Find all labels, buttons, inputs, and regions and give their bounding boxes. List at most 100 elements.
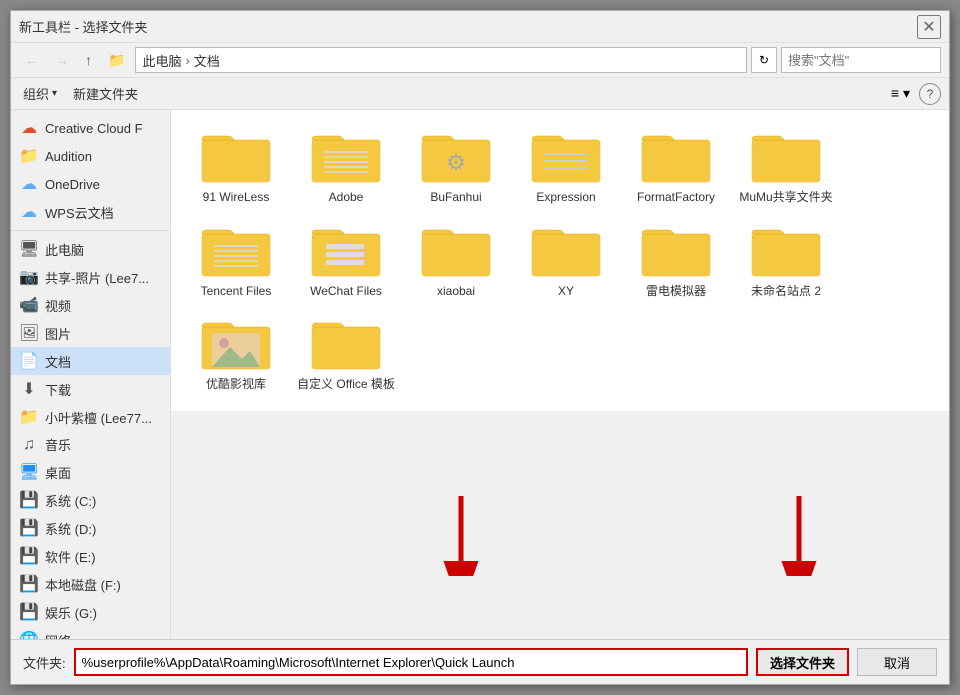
file-item-f2[interactable]: Adobe <box>291 120 401 214</box>
file-item-f7[interactable]: Tencent Files <box>181 214 291 308</box>
folder-icon-f5 <box>640 128 712 186</box>
address-pc: 此电脑 <box>142 51 181 70</box>
sidebar-item-shared-photos[interactable]: 📷共享-照片 (Lee7... <box>11 263 170 291</box>
file-picker-dialog: 新工具栏 - 选择文件夹 ✕ ← → ↑ 📁 此电脑 › 文档 ↻ 🔍 组织 ▾… <box>10 10 950 685</box>
desktop-icon: 🖥 <box>19 462 39 482</box>
bottom-bar: 文件夹: 选择文件夹 取消 <box>11 639 949 684</box>
sidebar-label-pictures: 图片 <box>45 324 71 343</box>
sidebar-item-onedrive[interactable]: ☁OneDrive <box>11 170 170 198</box>
file-item-f10[interactable]: XY <box>511 214 621 308</box>
folder-icon-f10 <box>530 222 602 280</box>
file-label-f5: FormatFactory <box>637 190 715 206</box>
sidebar-label-local-f: 本地磁盘 (F:) <box>45 575 121 594</box>
file-item-f6[interactable]: MuMu共享文件夹 <box>731 120 841 214</box>
view-toggle-button[interactable]: ≡ ▾ <box>886 82 915 105</box>
sidebar-item-pictures[interactable]: 🖼图片 <box>11 319 170 347</box>
file-label-f4: Expression <box>536 190 595 206</box>
back-button[interactable]: ← <box>19 49 45 71</box>
audition-icon: 📁 <box>19 146 39 166</box>
view-controls: ≡ ▾ ? <box>886 82 941 105</box>
sidebar-item-system-c[interactable]: 💾系统 (C:) <box>11 486 170 514</box>
folder-icon-f8 <box>310 222 382 280</box>
this-pc-icon: 🖥 <box>19 239 39 259</box>
search-input[interactable] <box>782 53 960 68</box>
sidebar-item-documents[interactable]: 📄 文档 <box>11 347 170 375</box>
documents-icon: 📄 <box>19 351 39 371</box>
file-item-f14[interactable]: 自定义 Office 模板 <box>291 307 401 401</box>
sidebar-item-network[interactable]: 🌐网络 <box>11 626 170 639</box>
folder-button[interactable]: 📁 <box>102 49 131 72</box>
sidebar-label-downloads: 下载 <box>45 380 71 399</box>
file-label-f1: 91 WireLess <box>203 190 270 206</box>
close-button[interactable]: ✕ <box>917 15 941 39</box>
folder-icon-f1 <box>200 128 272 186</box>
sidebar-label-network: 网络 <box>45 631 71 640</box>
creative-cloud-icon: ☁ <box>19 118 39 138</box>
system-d-icon: 💾 <box>19 518 39 538</box>
sidebar-item-creative-cloud[interactable]: ☁ Creative Cloud F <box>11 114 170 142</box>
file-item-f3[interactable]: ⚙ BuFanhui <box>401 120 511 214</box>
sidebar-item-music[interactable]: ♫ 音乐 <box>11 431 170 458</box>
file-item-f12[interactable]: 未命名站点 2 <box>731 214 841 308</box>
sidebar-label-music: 音乐 <box>45 435 71 454</box>
sidebar-item-local-f[interactable]: 💾 本地磁盘 (F:) <box>11 570 170 598</box>
file-item-f4[interactable]: Expression <box>511 120 621 214</box>
sidebar-item-entertainment-g[interactable]: 💾娱乐 (G:) <box>11 598 170 626</box>
sidebar-label-system-c: 系统 (C:) <box>45 491 96 510</box>
refresh-button[interactable]: ↻ <box>751 47 777 73</box>
help-button[interactable]: ? <box>919 83 941 105</box>
music-icon: ♫ <box>19 436 39 454</box>
forward-button[interactable]: → <box>49 49 75 71</box>
folder-icon-f9 <box>420 222 492 280</box>
folder-icon-f13 <box>200 315 272 373</box>
folder-label: 文件夹: <box>23 653 66 672</box>
folder-icon-f3: ⚙ <box>420 128 492 186</box>
file-label-f10: XY <box>558 284 574 300</box>
file-item-f1[interactable]: 91 WireLess <box>181 120 291 214</box>
action-toolbar: 组织 ▾ 新建文件夹 ≡ ▾ ? <box>11 78 949 110</box>
sidebar-item-desktop[interactable]: 🖥桌面 <box>11 458 170 486</box>
folder-input[interactable] <box>74 648 748 676</box>
file-item-f9[interactable]: xiaobai <box>401 214 511 308</box>
entertainment-g-icon: 💾 <box>19 602 39 622</box>
dialog-title: 新工具栏 - 选择文件夹 <box>19 17 148 36</box>
file-item-f5[interactable]: FormatFactory <box>621 120 731 214</box>
local-f-icon: 💾 <box>19 574 39 594</box>
sidebar-item-audition[interactable]: 📁 Audition <box>11 142 170 170</box>
sidebar-item-system-d[interactable]: 💾 系统 (D:) <box>11 514 170 542</box>
sidebar-item-downloads[interactable]: ⬇下载 <box>11 375 170 403</box>
new-folder-button[interactable]: 新建文件夹 <box>69 82 142 105</box>
file-label-f9: xiaobai <box>437 284 475 300</box>
video-icon: 📹 <box>19 295 39 315</box>
address-bar[interactable]: 此电脑 › 文档 <box>135 47 747 73</box>
sidebar-item-wps-cloud[interactable]: ☁ WPS云文档 <box>11 198 170 226</box>
file-label-f2: Adobe <box>329 190 364 206</box>
sidebar-label-creative-cloud: Creative Cloud F <box>45 121 143 136</box>
file-item-f11[interactable]: 雷电模拟器 <box>621 214 731 308</box>
cancel-button[interactable]: 取消 <box>857 648 937 676</box>
file-item-f8[interactable]: WeChat Files <box>291 214 401 308</box>
xiaoyezi-icon: 📁 <box>19 407 39 427</box>
file-area-wrapper: 91 WireLess Adobe ⚙ BuFanhui <box>171 110 949 639</box>
sidebar-label-system-d: 系统 (D:) <box>45 519 96 538</box>
up-button[interactable]: ↑ <box>79 49 98 71</box>
search-box: 🔍 <box>781 47 941 73</box>
sidebar-item-xiaoyezi[interactable]: 📁小叶紫檀 (Lee77... <box>11 403 170 431</box>
sidebar-item-this-pc[interactable]: 🖥此电脑 <box>11 235 170 263</box>
red-arrow-left <box>431 496 491 579</box>
sidebar-label-wps-cloud: WPS云文档 <box>45 203 114 222</box>
select-folder-button[interactable]: 选择文件夹 <box>756 648 849 676</box>
sidebar-label-audition: Audition <box>45 149 92 164</box>
file-label-f14: 自定义 Office 模板 <box>297 377 395 393</box>
sidebar-label-shared-photos: 共享-照片 (Lee7... <box>45 268 149 287</box>
organize-button[interactable]: 组织 ▾ <box>19 82 61 105</box>
sidebar-divider <box>11 230 170 231</box>
sidebar-item-software-e[interactable]: 💾软件 (E:) <box>11 542 170 570</box>
file-item-f13[interactable]: 优酷影视库 <box>181 307 291 401</box>
sidebar-item-video[interactable]: 📹视频 <box>11 291 170 319</box>
wps-cloud-icon: ☁ <box>19 202 39 222</box>
sidebar-label-onedrive: OneDrive <box>45 177 100 192</box>
bottom-buttons: 选择文件夹 取消 <box>756 648 937 676</box>
file-label-f8: WeChat Files <box>310 284 382 300</box>
sidebar-label-documents: 文档 <box>45 352 71 371</box>
